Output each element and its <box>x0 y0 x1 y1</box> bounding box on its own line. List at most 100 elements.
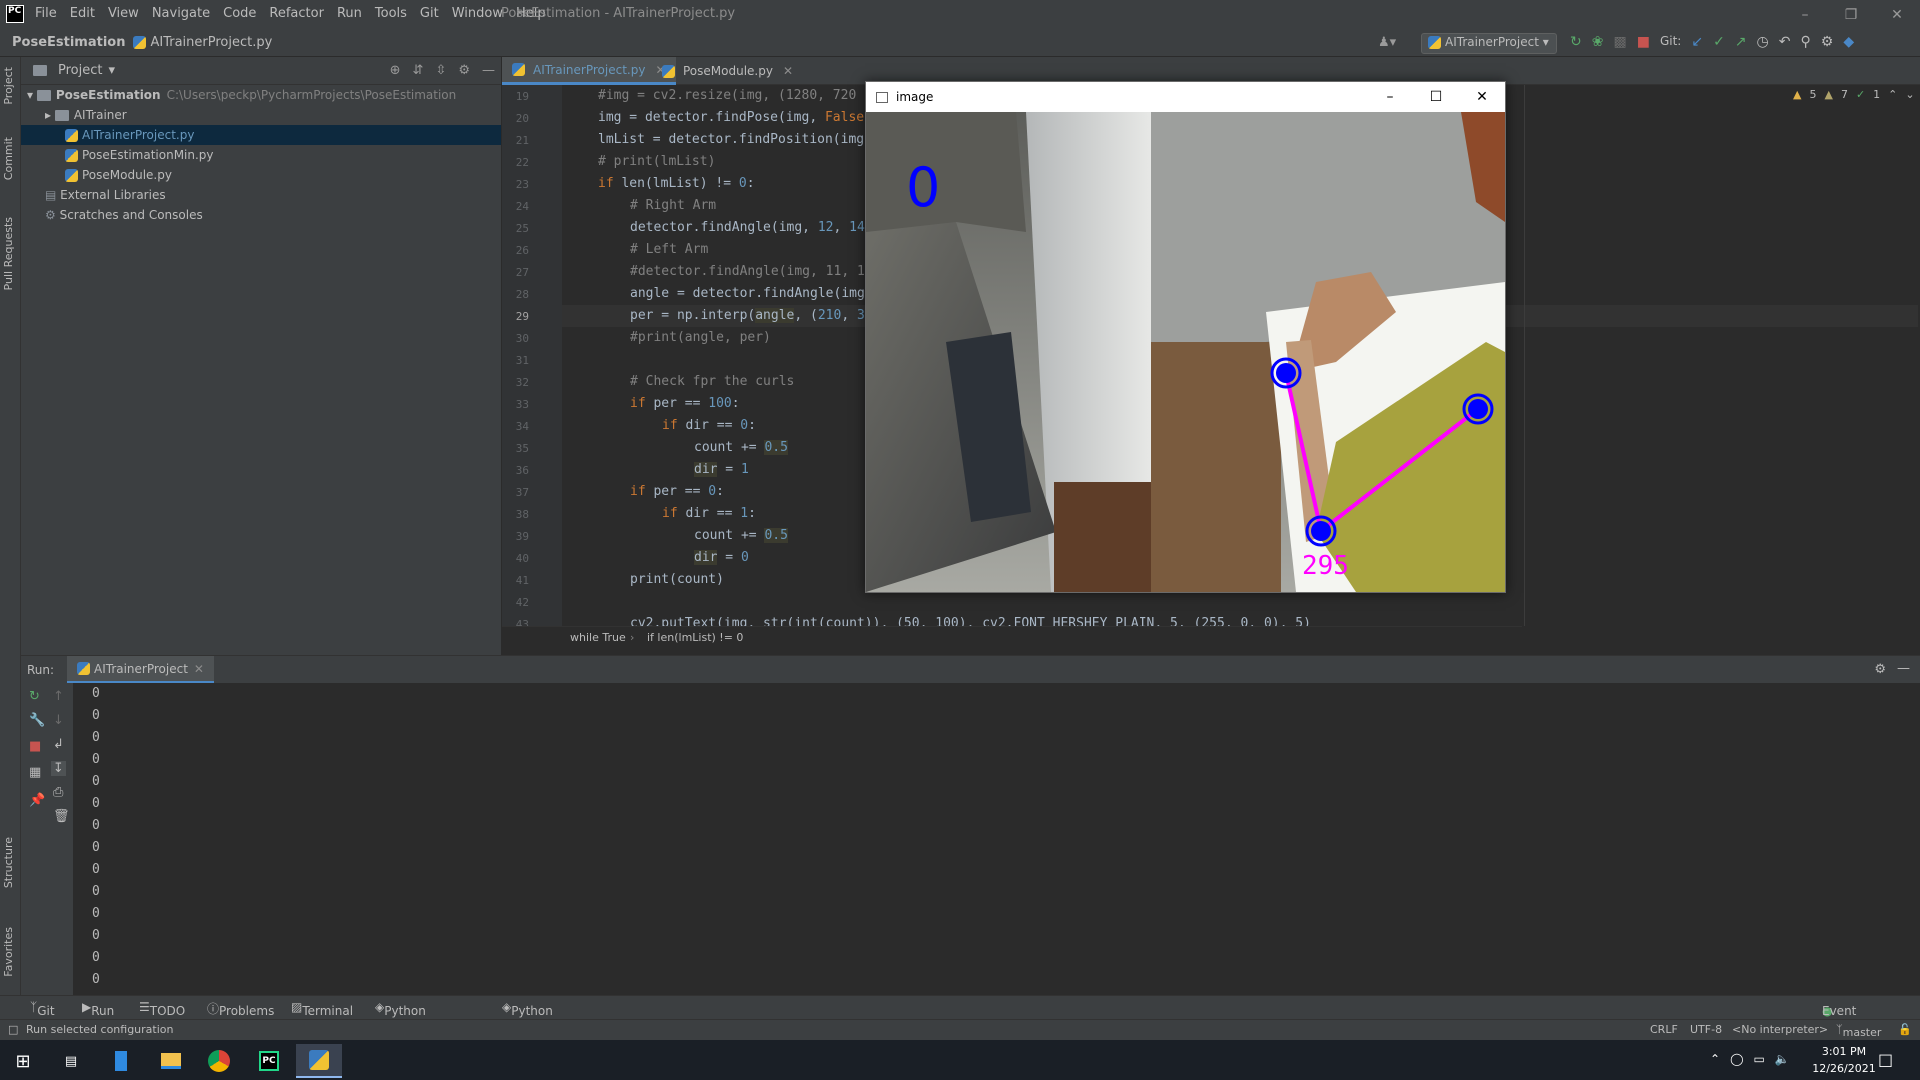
chevron-down-icon[interactable]: ⌄ <box>1905 88 1914 101</box>
menu-code[interactable]: Code <box>223 6 256 21</box>
windows-start-icon[interactable]: ⊞ <box>0 1044 46 1078</box>
tree-item-scratches[interactable]: ⚙ Scratches and Consoles <box>45 205 203 225</box>
tree-item-file[interactable]: PoseModule.py <box>65 165 172 185</box>
taskbar-clock[interactable]: 3:01 PM 12/26/2021 <box>1806 1043 1882 1077</box>
inspection-widget[interactable]: ▲ 5 ▲ 7 ✓ 1 ⌃ ⌄ <box>1793 88 1915 101</box>
lock-icon[interactable]: 🔓 <box>1898 1023 1912 1036</box>
breadcrumb-file[interactable]: AITrainerProject.py <box>133 35 272 50</box>
pin-icon[interactable]: 📌 <box>29 793 45 808</box>
line-separator[interactable]: CRLF <box>1650 1023 1678 1036</box>
tool-tab-problems[interactable]: ⓘ Problems <box>207 1000 274 1018</box>
gear-icon[interactable]: ⚙ <box>1821 34 1834 50</box>
coverage-icon[interactable]: ▩ <box>1613 34 1626 50</box>
menu-refactor[interactable]: Refactor <box>269 6 324 21</box>
pycharm-icon[interactable]: PC <box>246 1044 292 1078</box>
run-console[interactable] <box>21 683 1920 995</box>
menu-window[interactable]: Window <box>452 6 503 21</box>
chevron-down-icon[interactable]: ▾ <box>108 63 115 78</box>
chrome-icon[interactable] <box>196 1044 242 1078</box>
close-icon[interactable]: ✕ <box>194 662 204 676</box>
debug-icon[interactable]: ❀ <box>1592 34 1604 50</box>
layout-icon[interactable]: ▦ <box>29 765 41 780</box>
code-breadcrumb-item[interactable]: if len(lmList) != 0 <box>647 631 743 644</box>
file-explorer-icon[interactable] <box>148 1044 194 1078</box>
restore-icon[interactable]: ❐ <box>1828 0 1874 29</box>
python-taskbar-icon[interactable] <box>296 1044 342 1078</box>
tool-tab-python-console[interactable]: ◈ Python Console <box>502 1000 559 1032</box>
tool-tab-structure[interactable]: Structure <box>2 837 15 888</box>
tool-tab-git[interactable]: ᛉ Git <box>30 1000 55 1018</box>
tool-tab-python-packages[interactable]: ◈ Python Packages <box>375 1000 440 1032</box>
menu-navigate[interactable]: Navigate <box>152 6 210 21</box>
soft-wrap-icon[interactable]: ↲ <box>53 737 64 752</box>
project-panel-title[interactable]: Project <box>58 63 102 78</box>
collapse-all-icon[interactable]: ⇳ <box>435 63 446 78</box>
tab-aitrainerproject[interactable]: AITrainerProject.py ✕ <box>502 57 676 85</box>
git-commit-icon[interactable]: ✓ <box>1713 34 1725 50</box>
user-icon[interactable]: ♟▾ <box>1378 35 1396 50</box>
gear-icon[interactable]: ⚙ <box>1874 662 1886 677</box>
run-configuration-select[interactable]: AITrainerProject ▾ <box>1421 33 1557 54</box>
tree-item-folder[interactable]: ▸ AITrainer <box>45 105 127 125</box>
close-icon[interactable]: ✕ <box>783 64 793 78</box>
tree-item-root[interactable]: ▾ PoseEstimation C:\Users\peckp\PycharmPr… <box>27 85 456 105</box>
hide-icon[interactable]: — <box>482 63 495 78</box>
notification-icon[interactable]: □ <box>1878 1050 1893 1069</box>
jetbrains-icon[interactable]: ◆ <box>1843 34 1854 50</box>
menu-git[interactable]: Git <box>420 6 439 21</box>
code-breadcrumb-item[interactable]: while True <box>570 631 626 644</box>
git-branch[interactable]: ᛉ master <box>1836 1023 1881 1039</box>
breadcrumb-project[interactable]: PoseEstimation <box>12 35 125 50</box>
file-icon[interactable] <box>98 1044 144 1078</box>
git-push-icon[interactable]: ↗ <box>1735 34 1747 50</box>
close-icon[interactable]: ✕ <box>1459 82 1505 112</box>
chevron-up-icon[interactable]: ⌃ <box>1888 88 1897 101</box>
tool-tab-todo[interactable]: ☰ TODO <box>139 1000 185 1018</box>
network-icon[interactable]: ▭ <box>1754 1052 1765 1066</box>
menu-tools[interactable]: Tools <box>375 6 407 21</box>
tree-item-external-libraries[interactable]: ▤ External Libraries <box>45 185 166 205</box>
stop-icon[interactable]: ■ <box>1637 34 1650 50</box>
search-icon[interactable]: ⚲ <box>1800 34 1810 50</box>
volume-icon[interactable]: 🔈 <box>1775 1052 1790 1066</box>
close-icon[interactable]: ✕ <box>1874 0 1920 29</box>
tree-item-file-selected[interactable]: AITrainerProject.py <box>21 125 501 145</box>
arrow-up-icon[interactable]: ↑ <box>53 689 64 704</box>
expand-all-icon[interactable]: ⇵ <box>413 63 424 78</box>
tool-tab-favorites[interactable]: Favorites <box>2 927 15 977</box>
tree-item-file[interactable]: PoseEstimationMin.py <box>65 145 214 165</box>
tool-tab-terminal[interactable]: ▨ Terminal <box>291 1000 353 1018</box>
gear-icon[interactable]: ⚙ <box>458 63 470 78</box>
tool-tab-run[interactable]: ▶ Run <box>82 1000 114 1018</box>
menu-file[interactable]: File <box>35 6 57 21</box>
git-update-icon[interactable]: ↙ <box>1691 34 1703 50</box>
minimize-icon[interactable]: – <box>1782 0 1828 29</box>
maximize-icon[interactable]: ☐ <box>1413 82 1459 112</box>
interpreter-selector[interactable]: <No interpreter> <box>1732 1023 1828 1036</box>
minimize-icon[interactable]: – <box>1367 82 1413 112</box>
task-view-icon[interactable]: ▤ <box>48 1044 94 1078</box>
trash-icon[interactable]: 🗑 <box>53 809 70 824</box>
stop-icon[interactable]: ■ <box>29 739 41 754</box>
hide-icon[interactable]: — <box>1897 661 1910 676</box>
tool-tab-pull-requests[interactable]: Pull Requests <box>2 217 15 290</box>
arrow-down-icon[interactable]: ↓ <box>53 713 64 728</box>
rerun-icon[interactable]: ↻ <box>1570 34 1582 50</box>
run-tab[interactable]: AITrainerProject ✕ <box>67 656 214 684</box>
tab-posemodule[interactable]: PoseModule.py ✕ <box>652 57 803 85</box>
rerun-icon[interactable]: ↻ <box>29 689 40 704</box>
print-icon[interactable]: ⎙ <box>53 785 63 800</box>
tool-tab-project[interactable]: Project <box>2 67 15 105</box>
opencv-image-window[interactable]: image – ☐ ✕ 0 295 <box>865 81 1506 593</box>
menu-edit[interactable]: Edit <box>70 6 95 21</box>
webcam-icon[interactable]: ◯ <box>1730 1052 1743 1066</box>
locate-icon[interactable]: ⊕ <box>390 63 401 78</box>
menu-run[interactable]: Run <box>337 6 362 21</box>
wrench-icon[interactable]: 🔧 <box>29 713 45 728</box>
undo-icon[interactable]: ↶ <box>1779 34 1791 50</box>
menu-view[interactable]: View <box>108 6 139 21</box>
scroll-to-end-icon[interactable]: ↧ <box>51 761 66 776</box>
tool-tab-commit[interactable]: Commit <box>2 137 15 180</box>
file-encoding[interactable]: UTF-8 <box>1690 1023 1722 1036</box>
history-icon[interactable]: ◷ <box>1757 34 1769 50</box>
